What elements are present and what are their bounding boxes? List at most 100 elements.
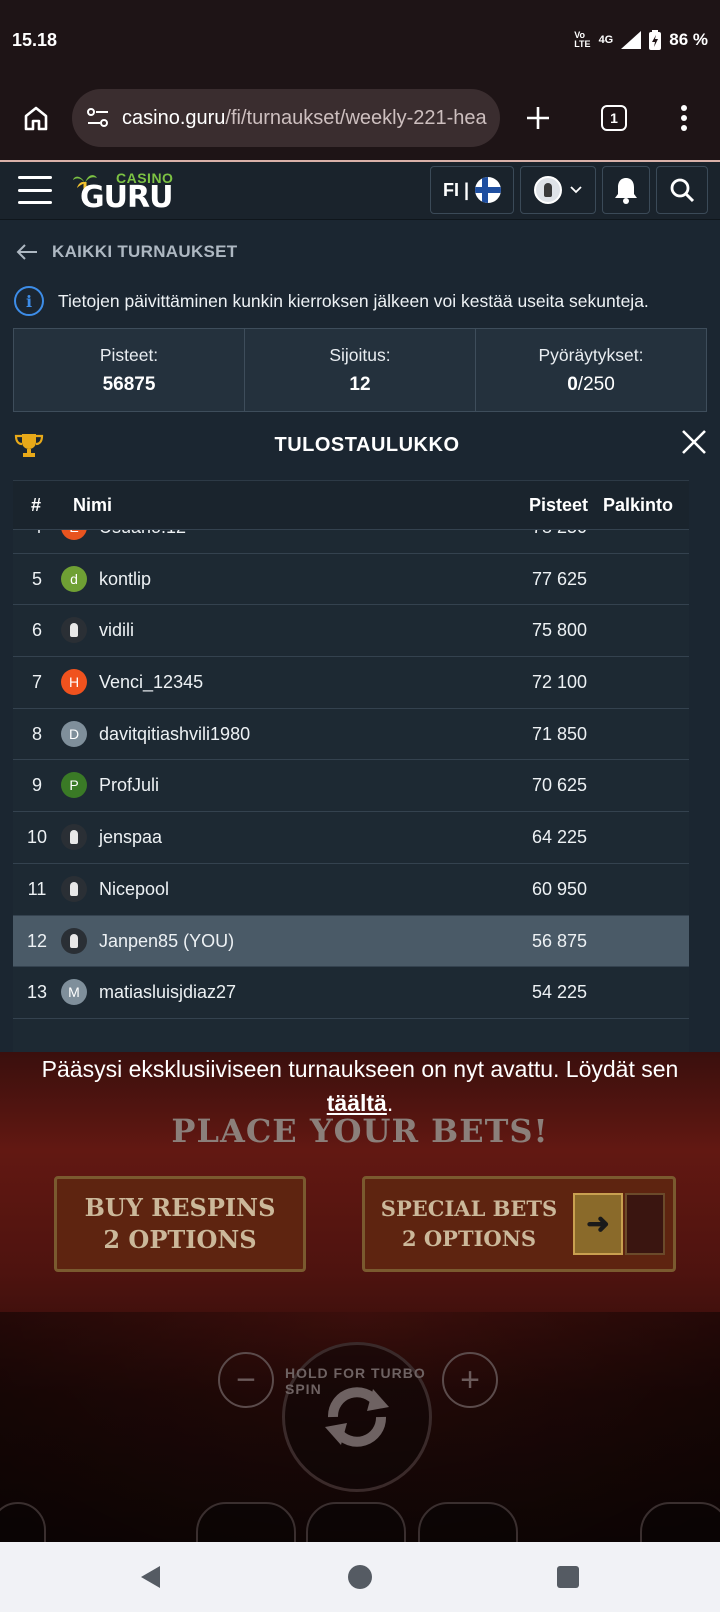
browser-toolbar: casino.guru/fi/turnaukset/weekly-221-hea…	[0, 80, 720, 160]
user-menu-button[interactable]	[520, 166, 596, 214]
status-icons: Vo LTE 4G 86 %	[574, 30, 708, 50]
leaderboard-table[interactable]: # Nimi Pisteet Palkinto 4EUsuario.1278 2…	[13, 480, 689, 1052]
finland-flag-icon	[475, 177, 502, 203]
close-icon[interactable]	[680, 428, 708, 456]
row-rank: 11	[27, 878, 47, 899]
notifications-button[interactable]	[602, 166, 650, 214]
back-nav-icon[interactable]	[138, 1564, 164, 1590]
player-avatar: H	[61, 669, 87, 696]
tab-switcher-button[interactable]: 1	[592, 96, 636, 140]
signal-icon	[621, 31, 642, 49]
column-rank: #	[31, 494, 42, 515]
player-name: Venci_12345	[99, 672, 204, 693]
column-points: Pisteet	[529, 494, 589, 515]
player-name: ProfJuli	[99, 775, 160, 796]
row-rank: 9	[31, 775, 42, 796]
player-points: 60 950	[531, 878, 587, 899]
row-rank: 7	[31, 672, 42, 693]
bet-button[interactable]	[418, 1502, 518, 1542]
table-row[interactable]: 13 Mmatiasluisjdiaz27 54 225	[13, 967, 689, 1019]
buy-respins-button[interactable]: BUY RESPINS 2 OPTIONS	[54, 1176, 306, 1272]
exclusive-access-notice: Pääsysi eksklusiiviseen turnaukseen on n…	[41, 1056, 679, 1116]
player-points: 71 850	[531, 723, 587, 744]
player-avatar: P	[61, 772, 87, 799]
spin-button[interactable]: HOLD FOR TURBO SPIN	[282, 1342, 432, 1492]
recents-nav-icon[interactable]	[555, 1564, 581, 1590]
row-rank: 13	[26, 982, 48, 1003]
arrow-right-icon: ➜	[573, 1193, 623, 1255]
system-nav-bar	[0, 1542, 720, 1612]
table-row[interactable]: 7 H Venci_12345 72 100	[13, 657, 689, 709]
menu-button[interactable]	[18, 176, 52, 204]
info-icon: i	[14, 286, 44, 316]
casino-guru-logo[interactable]: CASINO GURU	[72, 166, 173, 216]
table-body: 4EUsuario.1278 2505dkontlip77 6256vidili…	[13, 502, 689, 1019]
row-rank: 5	[31, 568, 42, 589]
language-label: FI |	[442, 179, 470, 200]
player-points: 64 225	[531, 827, 587, 848]
search-icon	[670, 178, 695, 203]
player-name: kontlip	[99, 568, 152, 589]
game-background: Pääsysi eksklusiiviseen turnaukseen on n…	[0, 1052, 720, 1542]
home-button[interactable]	[14, 96, 58, 140]
language-selector[interactable]: FI |	[430, 166, 514, 214]
player-avatar	[61, 617, 87, 644]
site-settings-icon[interactable]	[86, 107, 110, 129]
player-points: 54 225	[531, 982, 587, 1003]
arrow-left-icon	[16, 244, 37, 260]
status-time: 15.18	[12, 29, 58, 50]
chevron-down-icon	[570, 186, 582, 194]
table-row[interactable]: 5 d kontlip 77 625	[13, 554, 689, 606]
bell-icon	[615, 178, 637, 204]
home-icon	[24, 106, 48, 131]
row-rank: 6	[31, 620, 42, 641]
stat-spins: Pyöräytykset: 0/250	[538, 344, 644, 395]
new-tab-button[interactable]	[516, 96, 560, 140]
column-name: Nimi	[73, 494, 113, 515]
player-avatar	[61, 875, 87, 902]
increase-bet-button[interactable]: +	[442, 1352, 498, 1408]
player-points: 56 875	[531, 930, 587, 951]
home-nav-icon[interactable]	[347, 1564, 373, 1590]
player-name: vidili	[99, 620, 135, 641]
player-avatar	[61, 927, 87, 954]
player-name: davitqitiashvili1980	[99, 723, 251, 744]
player-points: 75 800	[531, 620, 587, 641]
player-avatar: d	[61, 565, 87, 592]
battery-percent: 86 %	[669, 30, 708, 49]
column-prize: Palkinto	[603, 494, 674, 515]
volte-indicator: Vo LTE	[574, 30, 591, 49]
search-button[interactable]	[656, 166, 708, 214]
player-points: 77 625	[531, 568, 587, 589]
stat-points: Pisteet: 56875	[14, 329, 245, 411]
decrease-bet-button[interactable]: −	[218, 1352, 274, 1408]
address-bar[interactable]: casino.guru/fi/turnaukset/weekly-221-hea	[72, 89, 500, 147]
table-row[interactable]: 10 jenspaa 64 225	[13, 812, 689, 864]
table-row[interactable]: 11 Nicepool 60 950	[13, 864, 689, 916]
special-bets-button[interactable]: SPECIAL BETS 2 OPTIONS ➜	[362, 1176, 676, 1272]
row-rank: 8	[31, 723, 42, 744]
table-row[interactable]: 6 vidili 75 800	[13, 605, 689, 658]
more-vert-icon	[681, 105, 687, 131]
leaderboard-header: TULOSTAULUKKO	[0, 414, 720, 474]
speed-button[interactable]	[306, 1502, 406, 1542]
plus-icon	[527, 107, 549, 129]
player-name: jenspaa	[99, 827, 163, 848]
place-bets-text: PLACE YOUR BETS!	[171, 1112, 549, 1150]
table-row[interactable]: 12 Janpen85 (YOU) 56 875	[13, 915, 689, 968]
game-menu-button[interactable]	[640, 1502, 720, 1542]
player-avatar	[61, 824, 87, 851]
back-to-tournaments-link[interactable]: KAIKKI TURNAUKSET	[16, 242, 237, 262]
autoplay-button[interactable]	[196, 1502, 296, 1542]
browser-menu-button[interactable]	[662, 96, 706, 140]
info-notice: i Tietojen päivittäminen kunkin kierroks…	[14, 286, 649, 316]
stats-box: Pisteet: 56875 Sijoitus: 12 Pyöräytykset…	[13, 328, 707, 412]
network-gen: 4G	[598, 34, 614, 46]
player-points: 70 625	[531, 775, 587, 796]
player-name: Janpen85 (YOU)	[99, 930, 235, 951]
table-header: # Nimi Pisteet Palkinto	[13, 480, 689, 530]
table-row[interactable]: 9 P ProfJuli 70 625	[13, 760, 689, 813]
battery-icon	[649, 30, 662, 50]
site-header: CASINO GURU FI |	[0, 162, 720, 220]
table-row[interactable]: 8 Ddavitqitiashvili1980 71 850	[13, 709, 689, 761]
